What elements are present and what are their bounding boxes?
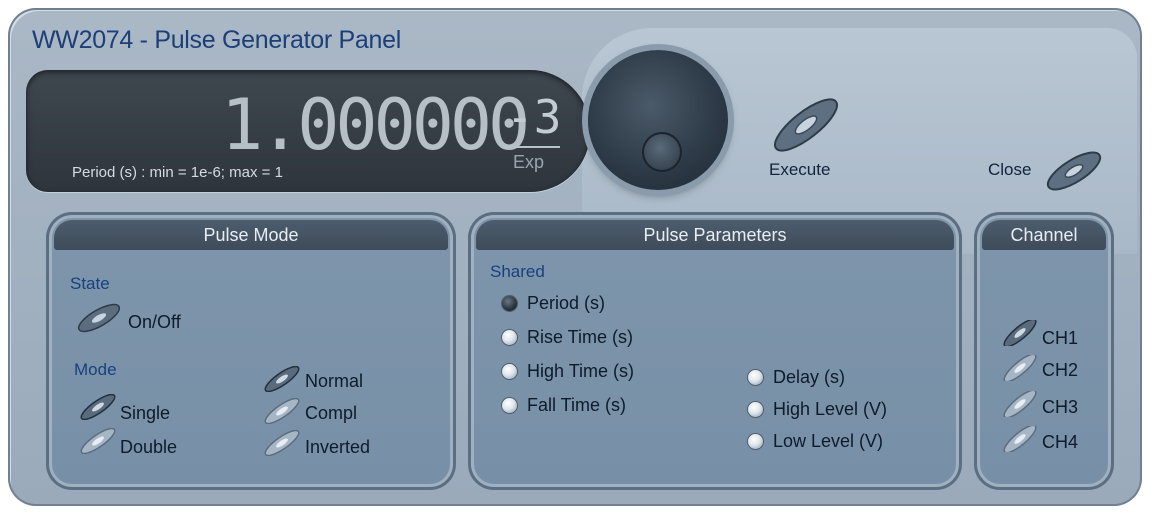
channel-header: Channel [982,220,1106,250]
display-value: 1.000000 [221,84,530,166]
execute-button[interactable] [766,96,846,154]
period-radio[interactable] [502,296,517,311]
high-level-radio[interactable] [748,402,763,417]
delay-label: Delay (s) [773,367,846,387]
mode-normal-toggle[interactable] [260,366,304,392]
ch2-label: CH2 [1042,360,1079,380]
mode-double-toggle[interactable] [76,428,120,454]
ch4-label: CH4 [1042,432,1079,452]
state-onoff-toggle[interactable] [74,300,124,336]
fall-time-radio[interactable] [502,398,517,413]
inverted-label: Inverted [305,437,371,457]
pulse-parameters-group: Pulse Parameters [468,212,962,490]
window-title: WW2074 - Pulse Generator Panel [32,26,401,54]
high-time-radio[interactable] [502,364,517,379]
low-level-label: Low Level (V) [773,431,884,451]
mode-single-toggle[interactable] [76,394,120,420]
ch3-label: CH3 [1042,397,1079,417]
knob-grip-icon [642,132,682,172]
close-button[interactable] [1042,148,1106,194]
exponent-label: Exp [513,152,545,172]
shared-heading: Shared [490,262,545,281]
pulse-parameters-header: Pulse Parameters [476,220,954,250]
high-level-label: High Level (V) [773,399,888,419]
close-label: Close [988,160,1032,179]
period-label: Period (s) [527,293,606,313]
high-time-label: High Time (s) [527,361,635,381]
compl-label: Compl [305,403,358,423]
onoff-label: On/Off [128,312,181,332]
mode-compl-toggle[interactable] [260,398,304,424]
state-heading: State [70,274,110,293]
double-label: Double [120,437,178,457]
normal-label: Normal [305,371,364,391]
value-display: 1.000000 -3 Exp Period (s) : min = 1e-6;… [26,70,590,192]
rise-time-radio[interactable] [502,330,517,345]
mode-inverted-toggle[interactable] [260,430,304,456]
ch2-toggle[interactable] [998,355,1042,381]
exponent-divider [504,146,560,148]
delay-radio[interactable] [748,370,763,385]
low-level-radio[interactable] [748,434,763,449]
ch4-toggle[interactable] [998,426,1042,452]
display-caption: Period (s) : min = 1e-6; max = 1 [72,164,283,181]
execute-label: Execute [769,160,831,179]
ch1-label: CH1 [1042,328,1079,348]
mode-heading: Mode [74,360,117,379]
adjust-knob[interactable] [588,50,728,190]
single-label: Single [120,403,171,423]
fall-time-label: Fall Time (s) [527,395,626,415]
ch3-toggle[interactable] [998,391,1042,417]
pulse-mode-header: Pulse Mode [54,220,448,250]
rise-time-label: Rise Time (s) [527,327,634,347]
display-exponent: -3 [506,90,562,144]
ch1-toggle[interactable] [998,320,1042,346]
